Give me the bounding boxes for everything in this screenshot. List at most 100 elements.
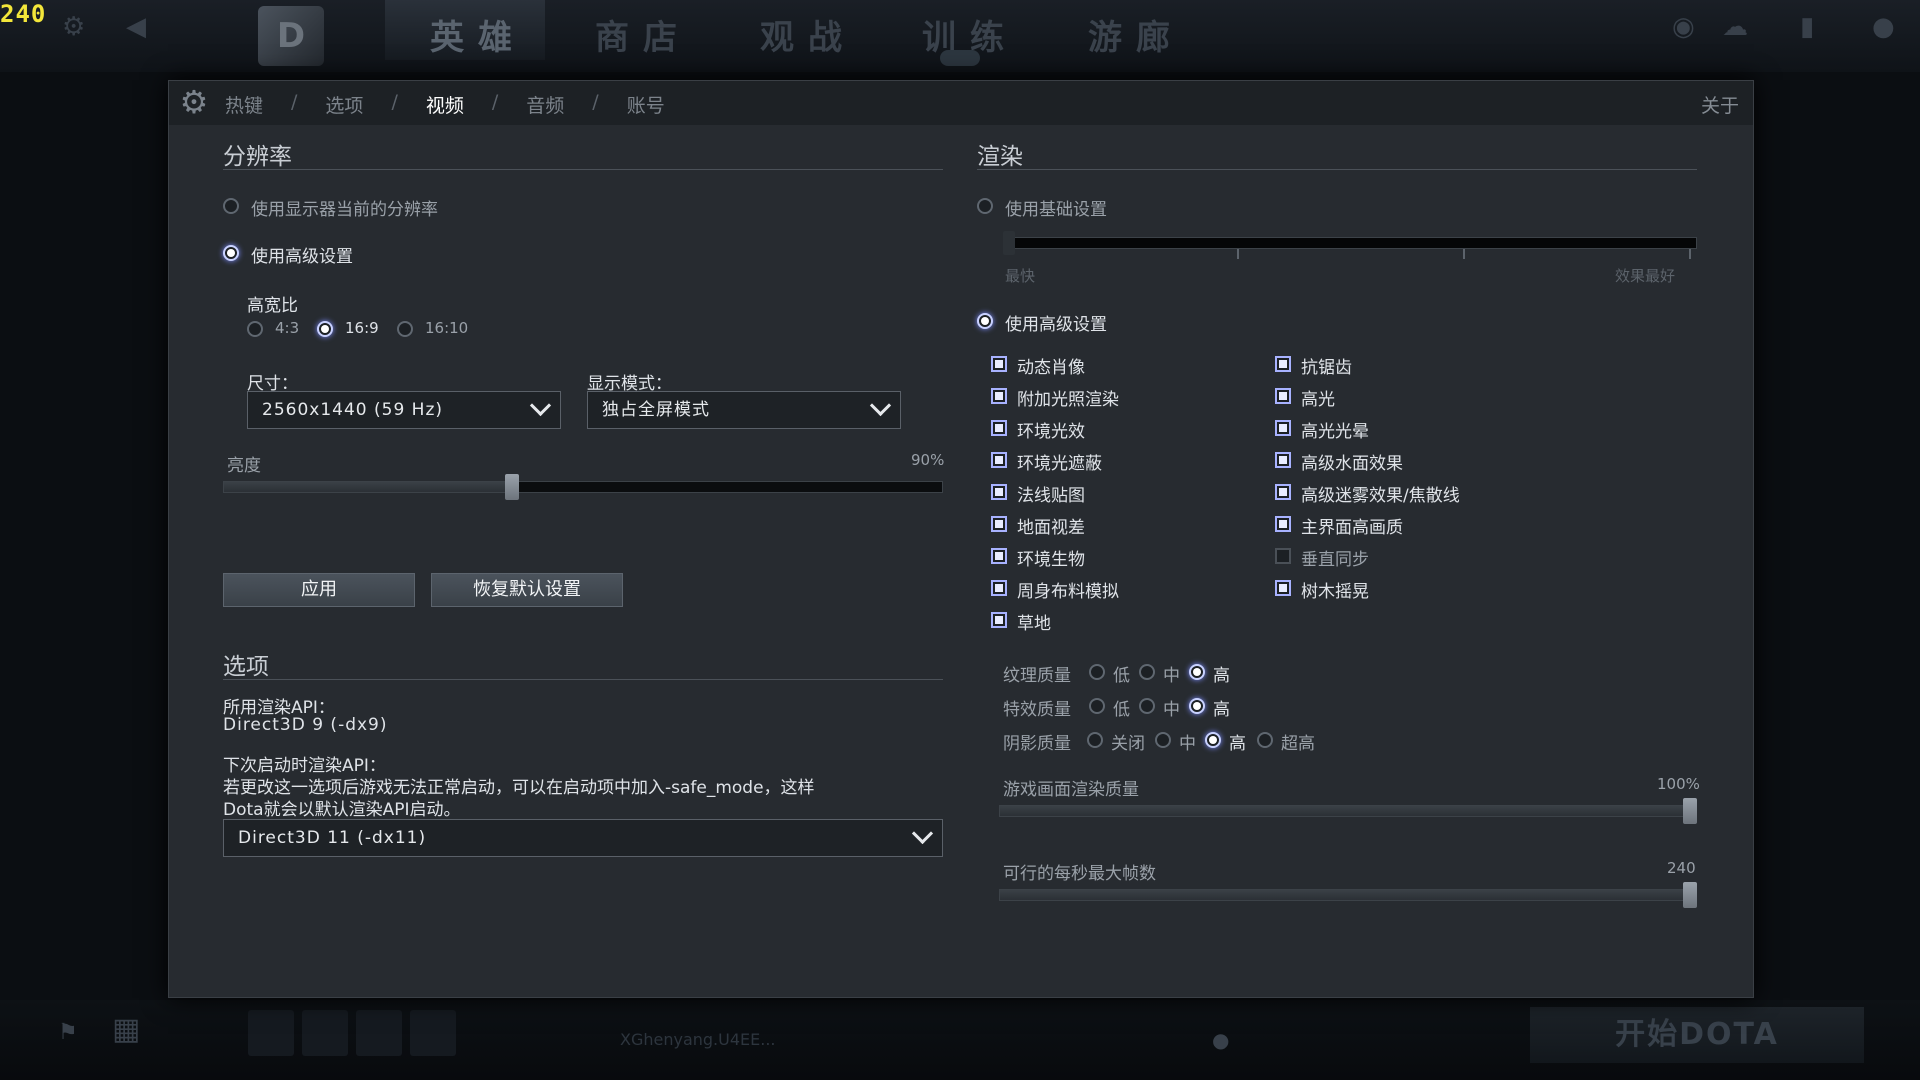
checkbox-left-4[interactable] bbox=[991, 484, 1007, 500]
effects-quality-high-radio[interactable] bbox=[1189, 698, 1205, 714]
party-slot[interactable] bbox=[302, 1010, 348, 1056]
checkbox-left-7[interactable] bbox=[991, 580, 1007, 596]
aspect-16-9-radio[interactable] bbox=[317, 321, 333, 337]
effects-quality-low-radio[interactable] bbox=[1089, 698, 1105, 714]
effects-quality-medium-label[interactable]: 中 bbox=[1163, 695, 1180, 720]
aspect-4-3-radio[interactable] bbox=[247, 321, 263, 337]
resolution-size-dropdown[interactable]: 2560x1440 (59 Hz) bbox=[247, 391, 561, 429]
checkbox-left-2[interactable] bbox=[991, 420, 1007, 436]
shadow-quality-medium-radio[interactable] bbox=[1155, 732, 1171, 748]
checkbox-right-5[interactable] bbox=[1275, 516, 1291, 532]
checkbox-label[interactable]: 周身布料模拟 bbox=[1017, 577, 1119, 602]
use-monitor-label[interactable]: 使用显示器当前的分辨率 bbox=[251, 195, 438, 220]
texture-quality-medium-radio[interactable] bbox=[1139, 664, 1155, 680]
aspect-16-10-radio[interactable] bbox=[397, 321, 413, 337]
shadow-quality-off-label[interactable]: 关闭 bbox=[1111, 729, 1145, 754]
use-advanced-resolution-radio[interactable] bbox=[223, 245, 239, 261]
effects-quality-low-label[interactable]: 低 bbox=[1113, 695, 1130, 720]
party-slot[interactable] bbox=[410, 1010, 456, 1056]
use-monitor-radio[interactable] bbox=[223, 198, 239, 214]
profile-icon[interactable]: ● bbox=[1872, 12, 1895, 42]
checkbox-label[interactable]: 附加光照渲染 bbox=[1017, 385, 1119, 410]
shadow-quality-ultra-radio[interactable] bbox=[1257, 732, 1273, 748]
checkbox-right-6[interactable] bbox=[1275, 548, 1291, 564]
checkbox-right-7[interactable] bbox=[1275, 580, 1291, 596]
texture-quality-low-label[interactable]: 低 bbox=[1113, 661, 1130, 686]
checkbox-left-3[interactable] bbox=[991, 452, 1007, 468]
party-slot[interactable] bbox=[356, 1010, 402, 1056]
shadow-quality-high-label[interactable]: 高 bbox=[1229, 729, 1246, 754]
party-slot[interactable] bbox=[248, 1010, 294, 1056]
checkbox-label[interactable]: 主界面高画质 bbox=[1301, 513, 1403, 538]
group-icon[interactable]: ▦ bbox=[112, 1012, 140, 1047]
checkbox-left-8[interactable] bbox=[991, 612, 1007, 628]
checkbox-label[interactable]: 高光光晕 bbox=[1301, 417, 1369, 442]
texture-quality-high-label[interactable]: 高 bbox=[1213, 661, 1230, 686]
checkbox-right-3[interactable] bbox=[1275, 452, 1291, 468]
checkbox-label[interactable]: 草地 bbox=[1017, 609, 1051, 634]
checkbox-label[interactable]: 环境光遮蔽 bbox=[1017, 449, 1102, 474]
display-mode-dropdown[interactable]: 独占全屏模式 bbox=[587, 391, 901, 429]
restore-defaults-button[interactable]: 恢复默认设置 bbox=[431, 573, 623, 607]
brightness-slider-handle[interactable] bbox=[505, 474, 520, 500]
checkbox-label[interactable]: 环境生物 bbox=[1017, 545, 1085, 570]
apply-button[interactable]: 应用 bbox=[223, 573, 415, 607]
top-nav-watch[interactable]: 观战 bbox=[760, 10, 856, 59]
checkbox-left-0[interactable] bbox=[991, 356, 1007, 372]
next-api-dropdown[interactable]: Direct3D 11 (-dx11) bbox=[223, 819, 943, 857]
render-quality-slider[interactable] bbox=[999, 805, 1697, 817]
texture-quality-high-radio[interactable] bbox=[1189, 664, 1205, 680]
max-fps-slider[interactable] bbox=[999, 889, 1697, 901]
tab-account[interactable]: 账号 bbox=[627, 91, 665, 118]
shadow-quality-medium-label[interactable]: 中 bbox=[1179, 729, 1196, 754]
aspect-4-3-label[interactable]: 4:3 bbox=[275, 319, 299, 337]
use-advanced-rendering-radio[interactable] bbox=[977, 313, 993, 329]
back-icon[interactable]: ◀ bbox=[126, 12, 146, 42]
checkbox-label[interactable]: 地面视差 bbox=[1017, 513, 1085, 538]
friends-icon[interactable]: ◉ bbox=[1672, 12, 1695, 42]
checkbox-label[interactable]: 环境光效 bbox=[1017, 417, 1085, 442]
tab-hotkeys[interactable]: 热键 bbox=[225, 91, 263, 118]
brightness-slider[interactable] bbox=[223, 481, 943, 493]
effects-quality-medium-radio[interactable] bbox=[1139, 698, 1155, 714]
effects-quality-high-label[interactable]: 高 bbox=[1213, 695, 1230, 720]
aspect-16-10-label[interactable]: 16:10 bbox=[425, 319, 468, 337]
checkbox-label[interactable]: 高级迷雾效果/焦散线 bbox=[1301, 481, 1460, 506]
aspect-16-9-label[interactable]: 16:9 bbox=[345, 319, 379, 337]
tab-options[interactable]: 选项 bbox=[325, 91, 363, 118]
checkbox-left-6[interactable] bbox=[991, 548, 1007, 564]
stats-icon[interactable]: ▮ bbox=[1800, 12, 1814, 42]
checkbox-label[interactable]: 抗锯齿 bbox=[1301, 353, 1352, 378]
basic-quality-slider[interactable] bbox=[1003, 237, 1697, 249]
use-advanced-resolution-label[interactable]: 使用高级设置 bbox=[251, 242, 353, 267]
checkbox-label[interactable]: 高光 bbox=[1301, 385, 1335, 410]
checkbox-label[interactable]: 垂直同步 bbox=[1301, 545, 1369, 570]
checkbox-label[interactable]: 动态肖像 bbox=[1017, 353, 1085, 378]
start-dota-button[interactable]: 开始DOTA bbox=[1530, 1007, 1864, 1063]
max-fps-slider-handle[interactable] bbox=[1683, 882, 1697, 908]
party-icon[interactable]: ⚑ bbox=[58, 1020, 78, 1045]
checkbox-right-0[interactable] bbox=[1275, 356, 1291, 372]
settings-icon[interactable]: ⚙ bbox=[62, 12, 85, 42]
top-nav-heroes[interactable]: 英雄 bbox=[430, 10, 526, 59]
checkbox-left-5[interactable] bbox=[991, 516, 1007, 532]
use-basic-radio[interactable] bbox=[977, 198, 993, 214]
checkbox-right-1[interactable] bbox=[1275, 388, 1291, 404]
tab-audio[interactable]: 音频 bbox=[526, 91, 564, 118]
tab-video[interactable]: 视频 bbox=[426, 91, 464, 118]
checkbox-label[interactable]: 高级水面效果 bbox=[1301, 449, 1403, 474]
top-nav-store[interactable]: 商店 bbox=[595, 10, 691, 59]
checkbox-left-1[interactable] bbox=[991, 388, 1007, 404]
top-nav-arcade[interactable]: 游廊 bbox=[1088, 10, 1184, 59]
render-quality-slider-handle[interactable] bbox=[1683, 798, 1697, 824]
texture-quality-low-radio[interactable] bbox=[1089, 664, 1105, 680]
checkbox-label[interactable]: 法线贴图 bbox=[1017, 481, 1085, 506]
shadow-quality-high-radio[interactable] bbox=[1205, 732, 1221, 748]
checkbox-right-4[interactable] bbox=[1275, 484, 1291, 500]
use-advanced-rendering-label[interactable]: 使用高级设置 bbox=[1005, 310, 1107, 335]
shadow-quality-ultra-label[interactable]: 超高 bbox=[1281, 729, 1315, 754]
texture-quality-medium-label[interactable]: 中 bbox=[1163, 661, 1180, 686]
chat-icon[interactable]: ☁ bbox=[1722, 12, 1748, 42]
checkbox-right-2[interactable] bbox=[1275, 420, 1291, 436]
dota-logo[interactable]: D bbox=[258, 6, 324, 66]
